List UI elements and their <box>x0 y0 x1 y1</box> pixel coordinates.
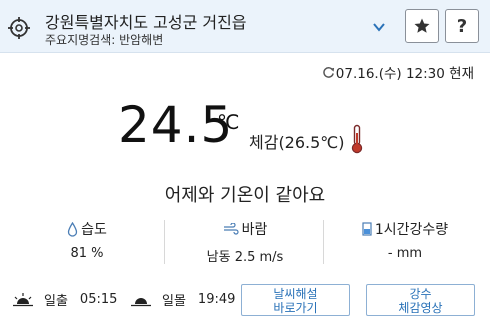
sunrise-time: 05:15 <box>79 292 118 307</box>
stat-humidity-label: 습도 <box>81 222 107 238</box>
sunrise-label: 일출 <box>44 294 68 309</box>
rain-video-line2: 체감영상 <box>398 301 443 315</box>
refresh-icon[interactable] <box>322 66 335 79</box>
location-title[interactable]: 강원특별자치도 고성군 거진읍 <box>45 9 247 33</box>
stat-divider <box>323 220 324 264</box>
sunrise-icon <box>13 292 33 306</box>
rain-video-button[interactable]: 강수 체감영상 <box>366 284 475 316</box>
droplet-icon <box>67 221 78 237</box>
stat-humidity: 습도 81 % <box>12 218 162 261</box>
stat-precipitation-label: 1시간강수량 <box>374 222 449 238</box>
observation-time-text: 07.16.(수) 12:30 현재 <box>335 66 474 82</box>
location-target-icon[interactable] <box>8 17 30 39</box>
stat-wind-label: 바람 <box>241 222 268 238</box>
stat-humidity-value: 81 % <box>70 246 104 261</box>
favorite-button[interactable] <box>405 9 439 43</box>
star-icon <box>414 18 430 33</box>
stat-divider <box>164 220 165 264</box>
weather-commentary-button[interactable]: 날씨해설 바로가기 <box>241 284 350 316</box>
temperature-unit: ℃ <box>217 110 240 134</box>
weather-commentary-line2: 바로가기 <box>273 301 318 315</box>
yesterday-comparison: 어제와 기온이 같아요 <box>164 185 326 206</box>
rain-video-line1: 강수 <box>409 287 432 301</box>
observation-time: 07.16.(수) 12:30 현재 <box>322 62 474 82</box>
thermometer-icon <box>351 124 363 154</box>
stat-wind-value: 남동 2.5 m/s <box>206 250 284 265</box>
sunset-label: 일몰 <box>162 294 186 309</box>
sunset-info: 일몰 19:49 <box>130 290 235 309</box>
sunrise-info: 일출 05:15 <box>12 290 117 309</box>
location-header: 강원특별자치도 고성군 거진읍 주요지명검색: 반암해변 ? <box>0 0 490 53</box>
stat-wind: 바람 남동 2.5 m/s <box>170 218 320 265</box>
sunset-icon <box>131 297 151 306</box>
feels-like-temperature: 체감(26.5℃) <box>249 133 345 152</box>
weather-commentary-line1: 날씨해설 <box>273 287 318 301</box>
sunset-time: 19:49 <box>197 292 236 307</box>
chevron-down-icon[interactable] <box>371 20 387 34</box>
rain-gauge-icon <box>362 222 372 236</box>
stat-precipitation: 1시간강수량 - mm <box>330 218 480 261</box>
help-button[interactable]: ? <box>445 9 479 43</box>
wind-icon <box>223 223 239 235</box>
stat-precipitation-value: - mm <box>387 246 423 261</box>
landmark-search-label: 주요지명검색: 반암해변 <box>45 33 164 47</box>
